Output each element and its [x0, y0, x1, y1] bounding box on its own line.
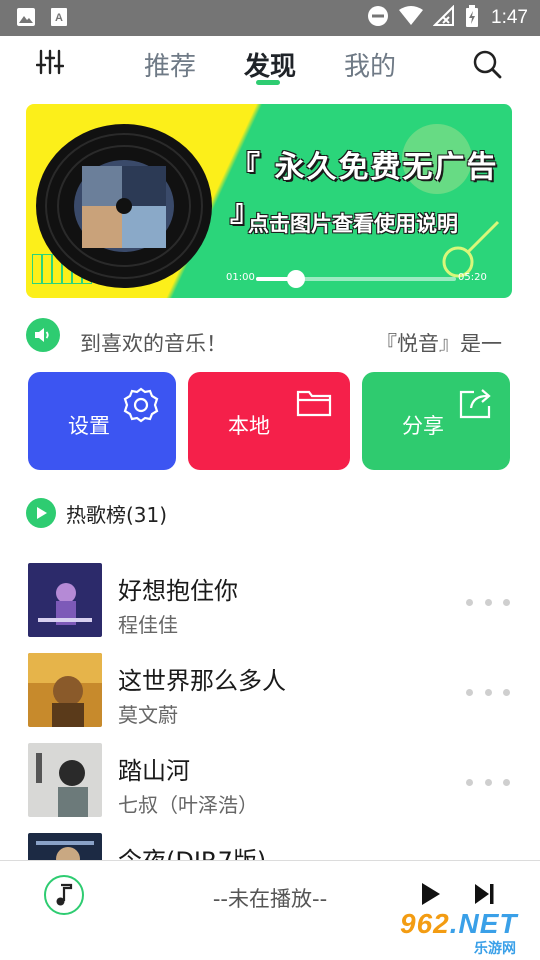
song-title: 踏山河	[118, 757, 190, 785]
watermark-logo: 962.NET 乐游网	[400, 908, 538, 958]
wifi-icon	[399, 6, 424, 30]
settings-label: 设置	[68, 414, 110, 438]
notice-marquee: 到喜欢的音乐！ 『悦音』是一	[26, 316, 516, 352]
watermark-brand: 962.NET	[400, 908, 518, 939]
banner-subline: 点击图片查看使用说明	[248, 212, 458, 236]
more-options-icon[interactable]	[466, 677, 510, 707]
app-screen: A 1:47 推荐 发现 我的 『 永久免费无广告 』 点击图片查看使用说明 0…	[0, 0, 540, 960]
svg-text:A: A	[55, 12, 63, 24]
next-track-icon[interactable]	[472, 881, 496, 911]
active-tab-indicator	[256, 80, 280, 85]
gallery-icon	[16, 7, 36, 31]
clock: 1:47	[491, 7, 528, 28]
share-label: 分享	[402, 414, 444, 438]
local-music-button[interactable]: 本地	[188, 372, 350, 470]
song-title: 好想抱住你	[118, 577, 238, 605]
notice-text-right: 『悦音』是一	[376, 332, 502, 352]
song-row[interactable]: 这世界那么多人 莫文蔚	[0, 653, 540, 733]
album-cover	[28, 743, 102, 817]
tab-bar: 推荐 发现 我的	[0, 36, 540, 92]
hot-list-header[interactable]: 热歌榜(31)	[26, 498, 167, 528]
song-artist: 程佳佳	[118, 613, 178, 637]
vinyl-record-image	[36, 124, 212, 288]
status-bar: A 1:47	[0, 0, 540, 36]
song-title: 这世界那么多人	[118, 667, 286, 695]
search-icon[interactable]	[472, 49, 502, 83]
watermark-site: 乐游网	[474, 941, 516, 957]
notice-text-left: 到喜欢的音乐！	[80, 332, 227, 352]
share-icon	[458, 386, 494, 424]
more-options-icon[interactable]	[466, 587, 510, 617]
banner-progress-bar	[256, 270, 456, 288]
more-options-icon[interactable]	[466, 767, 510, 797]
do-not-disturb-icon	[367, 5, 389, 31]
tab-recommend[interactable]: 推荐	[144, 46, 196, 83]
no-signal-icon	[432, 4, 455, 31]
notice-track: 到喜欢的音乐！ 『悦音』是一	[80, 316, 524, 352]
play-all-icon[interactable]	[26, 498, 56, 528]
tab-mine[interactable]: 我的	[344, 46, 396, 83]
album-cover	[28, 653, 102, 727]
play-icon[interactable]	[418, 881, 442, 911]
banner-progress-knob	[287, 270, 305, 288]
hot-list-title: 热歌榜(31)	[66, 502, 168, 527]
battery-icon	[465, 5, 479, 31]
song-artist: 莫文蔚	[118, 703, 178, 727]
song-row[interactable]: 踏山河 七叔（叶泽浩）	[0, 743, 540, 823]
font-icon: A	[50, 7, 68, 31]
banner-time-end: 05:20	[458, 272, 487, 283]
song-row[interactable]: 好想抱住你 程佳佳	[0, 563, 540, 643]
tab-discover[interactable]: 发现	[244, 46, 296, 83]
top-nav: 推荐 发现 我的	[0, 36, 540, 92]
promo-banner[interactable]: 『 永久免费无广告 』 点击图片查看使用说明 01:00 05:20	[26, 104, 512, 298]
share-button[interactable]: 分享	[362, 372, 510, 470]
settings-button[interactable]: 设置	[28, 372, 176, 470]
song-artist: 七叔（叶泽浩）	[118, 793, 258, 817]
banner-time-start: 01:00	[226, 272, 255, 283]
folder-icon	[296, 386, 332, 422]
speaker-icon	[26, 318, 60, 352]
album-cover	[28, 563, 102, 637]
local-label: 本地	[228, 414, 270, 438]
gear-icon	[122, 386, 160, 428]
